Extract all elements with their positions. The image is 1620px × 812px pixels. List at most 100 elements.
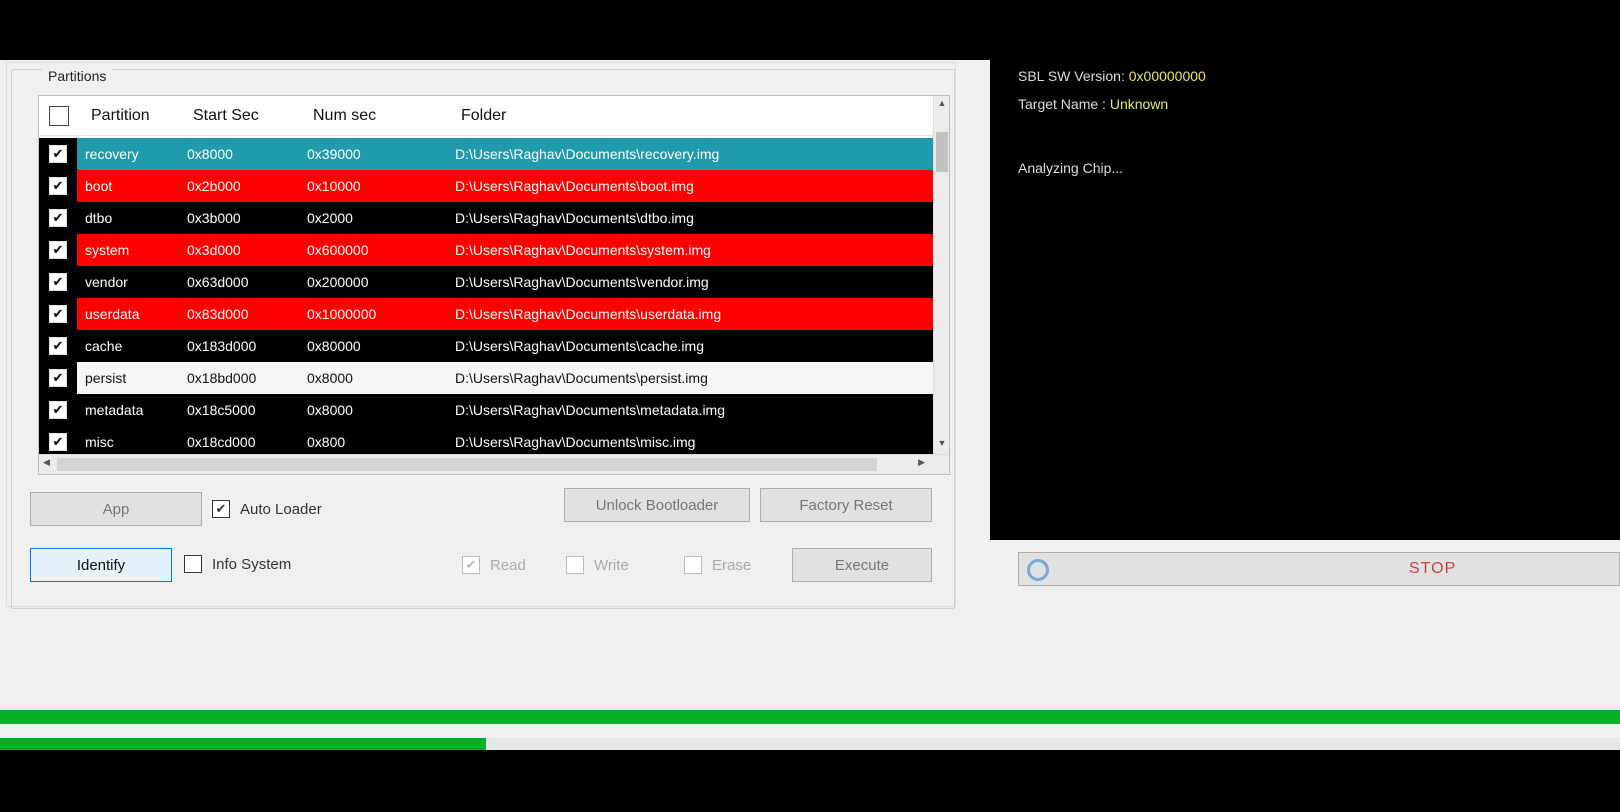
cell-start-sec: 0x3d000 (187, 242, 241, 258)
cell-num-sec: 0x39000 (307, 146, 361, 162)
auto-loader-label: Auto Loader (240, 500, 322, 518)
app-button[interactable]: App (30, 492, 202, 526)
horizontal-scrollbar[interactable]: ◀ ▶ (39, 454, 949, 474)
cell-num-sec: 0x800 (307, 434, 346, 450)
vertical-scrollbar[interactable]: ▲ ▼ (933, 96, 949, 456)
cell-partition: metadata (85, 402, 144, 418)
factory-reset-button[interactable]: Factory Reset (760, 488, 932, 522)
auto-loader-checkbox[interactable]: ✔ Auto Loader (212, 500, 322, 518)
table-row[interactable]: ✔ persist 0x18bd000 0x8000 D:\Users\Raghav\D… (39, 362, 935, 394)
partition-group: Partitions Partition Start Sec Num sec F… (11, 68, 955, 609)
info-system-label: Info System (212, 555, 292, 573)
table-row[interactable]: ✔ dtbo 0x3b000 0x2000 D:\Users\Raghav\Docume… (39, 202, 935, 234)
row-check-icon: ✔ (49, 369, 67, 387)
cell-num-sec: 0x600000 (307, 242, 369, 258)
table-row[interactable]: ✔ recovery 0x8000 0x39000 D:\Users\Raghav\Do… (39, 138, 935, 170)
table-row[interactable]: ✔ system 0x3d000 0x600000 D:\Users\Raghav\Do… (39, 234, 935, 266)
select-all-checkbox[interactable] (49, 105, 69, 126)
loading-spinner-icon (1027, 559, 1049, 581)
row-checkbox[interactable]: ✔ (39, 298, 77, 330)
read-checkbox[interactable]: ✔ Read (462, 556, 526, 574)
identify-button[interactable]: Identify (30, 548, 172, 582)
table-row[interactable]: ✔ vendor 0x63d000 0x200000 D:\Users\Raghav\D… (39, 266, 935, 298)
cell-num-sec: 0x10000 (307, 178, 361, 194)
row-check-icon: ✔ (49, 433, 67, 451)
cell-folder: D:\Users\Raghav\Documents\cache.img (455, 338, 704, 354)
group-title: Partitions (42, 68, 113, 84)
row-check-icon: ✔ (49, 401, 67, 419)
cell-partition: cache (85, 338, 123, 354)
read-check-icon: ✔ (462, 556, 480, 574)
cell-folder: D:\Users\Raghav\Documents\misc.img (455, 434, 696, 450)
row-check-icon: ✔ (49, 241, 67, 259)
row-checkbox[interactable]: ✔ (39, 330, 77, 362)
vertical-scroll-thumb[interactable] (936, 132, 948, 172)
row-checkbox[interactable]: ✔ (39, 234, 77, 266)
column-header-folder[interactable]: Folder (453, 107, 506, 125)
erase-checkbox[interactable]: Erase (684, 556, 751, 574)
cell-folder: D:\Users\Raghav\Documents\boot.img (455, 178, 694, 194)
scroll-left-arrow-icon[interactable]: ◀ (43, 457, 50, 468)
top-black-bar (0, 0, 1620, 60)
cell-start-sec: 0x83d000 (187, 306, 249, 322)
table-body: ✔ recovery 0x8000 0x39000 D:\Users\Raghav\Do… (39, 138, 935, 474)
execute-button[interactable]: Execute (792, 548, 932, 582)
cell-start-sec: 0x18cd000 (187, 434, 256, 450)
cell-partition: boot (85, 178, 113, 194)
cell-folder: D:\Users\Raghav\Documents\persist.img (455, 370, 708, 386)
column-header-num-sec[interactable]: Num sec (305, 107, 453, 125)
info-system-checkbox[interactable]: Info System (184, 555, 291, 573)
column-header-start-sec[interactable]: Start Sec (185, 107, 305, 125)
row-checkbox[interactable]: ✔ (39, 266, 77, 298)
row-checkbox[interactable]: ✔ (39, 170, 77, 202)
row-check-icon: ✔ (49, 145, 67, 163)
read-label: Read (490, 556, 526, 574)
log-console: SBL SW Version: 0x00000000 Target Name :… (990, 60, 1620, 540)
partition-panel: Partitions Partition Start Sec Num sec F… (6, 62, 956, 609)
row-check-icon: ✔ (49, 209, 67, 227)
erase-check-box (684, 556, 702, 574)
unlock-bootloader-button[interactable]: Unlock Bootloader (564, 488, 750, 522)
scroll-right-arrow-icon[interactable]: ▶ (918, 457, 925, 468)
log-sbl-label: SBL SW Version: (1018, 68, 1129, 84)
overall-progress-bar (0, 710, 1620, 724)
partition-table[interactable]: Partition Start Sec Num sec Folder ✔ reco… (38, 95, 950, 475)
cell-start-sec: 0x63d000 (187, 274, 249, 290)
log-target-value: Unknown (1109, 96, 1169, 112)
table-row[interactable]: ✔ cache 0x183d000 0x80000 D:\Users\Raghav\Do… (39, 330, 935, 362)
row-check-icon: ✔ (49, 177, 67, 195)
scroll-down-arrow-icon[interactable]: ▼ (934, 438, 949, 454)
row-checkbox[interactable]: ✔ (39, 138, 77, 170)
erase-label: Erase (712, 556, 752, 574)
write-checkbox[interactable]: Write (566, 556, 629, 574)
table-row[interactable]: ✔ metadata 0x18c5000 0x8000 D:\Users\Raghav\… (39, 394, 935, 426)
cell-partition: recovery (85, 146, 139, 162)
scroll-up-arrow-icon[interactable]: ▲ (934, 98, 949, 114)
row-checkbox[interactable]: ✔ (39, 394, 77, 426)
table-row[interactable]: ✔ boot 0x2b000 0x10000 D:\Users\Raghav\Docum… (39, 170, 935, 202)
cell-num-sec: 0x8000 (307, 370, 353, 386)
table-row[interactable]: ✔ userdata 0x83d000 0x1000000 D:\Users\Ragha… (39, 298, 935, 330)
cell-folder: D:\Users\Raghav\Documents\userdata.img (455, 306, 722, 322)
stop-button[interactable]: STOP (1018, 552, 1620, 586)
step-progress-fill (0, 738, 486, 750)
cell-num-sec: 0x2000 (307, 210, 353, 226)
cell-folder: D:\Users\Raghav\Documents\dtbo.img (455, 210, 694, 226)
log-line-target: Target Name : Unknown (1018, 96, 1168, 112)
table-header: Partition Start Sec Num sec Folder (39, 96, 935, 136)
bottom-black-bar (0, 750, 1620, 812)
column-header-partition[interactable]: Partition (83, 107, 185, 125)
cell-num-sec: 0x8000 (307, 402, 353, 418)
auto-loader-check-icon: ✔ (212, 500, 230, 518)
log-sbl-value: 0x00000000 (1128, 68, 1206, 84)
cell-start-sec: 0x2b000 (187, 178, 241, 194)
cell-num-sec: 0x200000 (307, 274, 369, 290)
cell-start-sec: 0x183d000 (187, 338, 257, 354)
cell-num-sec: 0x80000 (307, 338, 361, 354)
row-checkbox[interactable]: ✔ (39, 362, 77, 394)
cell-partition: dtbo (85, 210, 113, 226)
cell-start-sec: 0x3b000 (187, 210, 241, 226)
row-checkbox[interactable]: ✔ (39, 202, 77, 234)
log-line-sbl: SBL SW Version: 0x00000000 (1018, 68, 1206, 84)
horizontal-scroll-thumb[interactable] (57, 458, 877, 471)
